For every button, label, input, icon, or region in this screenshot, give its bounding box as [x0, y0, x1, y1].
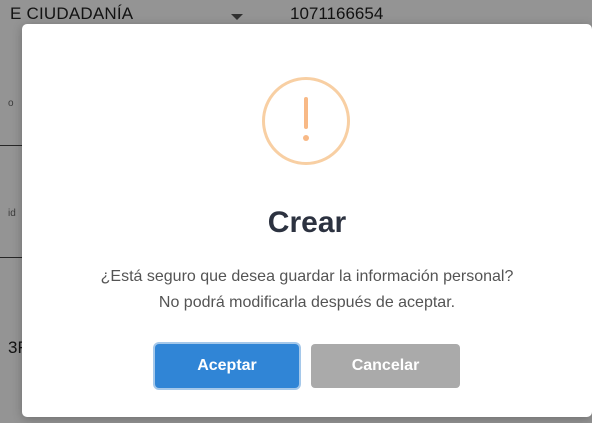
warning-icon [262, 77, 350, 165]
confirmation-dialog: Crear ¿Está seguro que desea guardar la … [22, 24, 592, 417]
warning-icon-dot [303, 135, 309, 141]
dialog-message-line-2: No podrá modificarla después de aceptar. [158, 294, 456, 311]
warning-icon-bar [304, 97, 308, 129]
accept-button[interactable]: Aceptar [155, 344, 299, 388]
dialog-message-line-1: ¿Está seguro que desea guardar la inform… [100, 268, 514, 285]
dialog-message: ¿Está seguro que desea guardar la inform… [22, 264, 592, 316]
dialog-title: Crear [267, 206, 347, 239]
cancel-button[interactable]: Cancelar [311, 344, 460, 388]
